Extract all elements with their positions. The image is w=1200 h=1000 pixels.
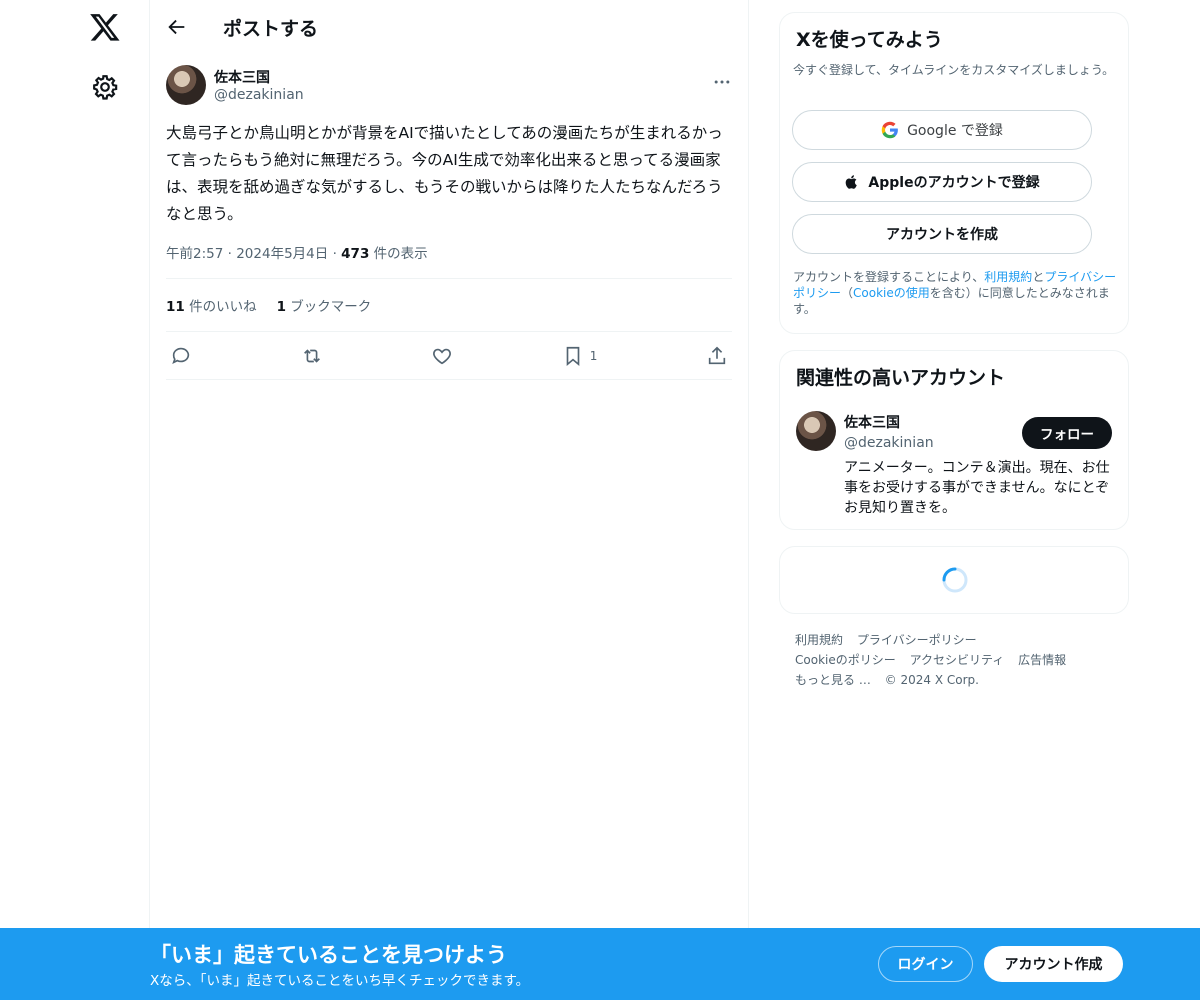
x-logo-icon[interactable]	[89, 11, 121, 43]
likes-count: 11	[166, 299, 185, 315]
terms-text-pre: アカウントを登録することにより、	[793, 270, 985, 284]
signup-card: Xを使ってみよう 今すぐ登録して、タイムラインをカスタマイズしましょう。 Goo…	[779, 12, 1129, 334]
share-button[interactable]	[706, 345, 728, 367]
footer-link-privacy[interactable]: プライバシーポリシー	[857, 633, 977, 647]
bookmark-icon	[566, 346, 580, 366]
bookmarks-stat[interactable]: 1 ブックマーク	[277, 295, 372, 315]
footer-link-cookies[interactable]: Cookieのポリシー	[795, 653, 896, 667]
apple-signup-label: Appleのアカウントで登録	[868, 175, 1040, 191]
terms-text-mid: と	[1032, 270, 1045, 284]
page-header: ポストする	[150, 0, 748, 54]
page-title: ポストする	[223, 18, 319, 40]
avatar[interactable]	[166, 65, 206, 105]
likes-label: 件のいいね	[189, 299, 257, 315]
related-bio: アニメーター。コンテ＆演出。現在、お仕事をお受けする事ができません。なにとぞお見…	[844, 460, 1110, 516]
signup-button[interactable]: アカウント作成	[984, 946, 1123, 982]
footer-link-accessibility[interactable]: アクセシビリティ	[910, 653, 1005, 667]
tweet-text: 大島弓子とか鳥山明とかが背景をAIで描いたとしてあの漫画たちが生まれるかって言っ…	[166, 124, 723, 223]
separator: ·	[227, 246, 237, 262]
cookie-use-link[interactable]: Cookieの使用	[853, 286, 930, 300]
back-arrow-icon[interactable]	[166, 16, 188, 38]
views-label: 件の表示	[373, 246, 428, 262]
footer-link-more[interactable]: もっと見る …	[795, 673, 871, 687]
share-icon	[708, 346, 726, 364]
related-avatar[interactable]	[796, 411, 836, 451]
google-signup-label: Google で登録	[907, 123, 1003, 139]
apple-signup-button[interactable]: Appleのアカウントで登録	[792, 162, 1092, 202]
banner-subtitle: Xなら、「いま」起きていることをいち早くチェックできます。	[150, 973, 530, 989]
tweet-author: 佐本三国 @dezakinian	[150, 64, 748, 116]
related-title: 関連性の高いアカウント	[796, 367, 1006, 389]
login-button[interactable]: ログイン	[878, 946, 973, 982]
banner-title: 「いま」起きていることを見つけよう	[150, 943, 507, 967]
bookmarks-label: ブックマーク	[290, 299, 372, 315]
signup-title: Xを使ってみよう	[796, 29, 943, 51]
related-accounts-card: 関連性の高いアカウント 佐本三国 @dezakinian フォロー アニメーター…	[779, 350, 1129, 530]
bookmark-action-count: 1	[589, 348, 598, 363]
create-account-button[interactable]: アカウントを作成	[792, 214, 1092, 254]
loading-card	[779, 546, 1129, 614]
bottom-signup-banner: 「いま」起きていることを見つけよう Xなら、「いま」起きていることをいち早くチェ…	[0, 928, 1200, 1000]
main-column: ポストする 佐本三国 @dezakinian 大島弓子とか鳥山明とかが背景をAI…	[149, 0, 749, 1000]
terms-of-service-link[interactable]: 利用規約	[984, 270, 1032, 284]
like-button[interactable]	[431, 345, 453, 367]
terms-text-mid2: （	[841, 286, 854, 300]
author-name[interactable]: 佐本三国	[214, 67, 270, 87]
repost-icon	[303, 348, 320, 363]
google-signup-button[interactable]: Google で登録	[792, 110, 1092, 150]
tweet-actions: 1	[166, 332, 732, 380]
signup-subtitle: 今すぐ登録して、タイムラインをカスタマイズしましょう。	[793, 63, 1115, 77]
bookmarks-count: 1	[276, 299, 286, 315]
footer-copyright: © 2024 X Corp.	[884, 673, 979, 687]
follow-button[interactable]: フォロー	[1022, 417, 1112, 449]
tweet-meta: 午前2:57 · 2024年5月4日 · 473 件の表示	[166, 242, 732, 279]
views-count: 473	[341, 246, 370, 262]
repost-button[interactable]	[301, 345, 323, 367]
apple-icon	[846, 175, 858, 189]
footer-links: 利用規約 プライバシーポリシー Cookieのポリシー アクセシビリティ 広告情…	[795, 630, 1115, 690]
related-handle[interactable]: @dezakinian	[844, 435, 934, 451]
create-account-label: アカウントを作成	[886, 227, 998, 243]
separator: ·	[332, 246, 342, 262]
footer-link-terms[interactable]: 利用規約	[795, 633, 843, 647]
signup-terms: アカウントを登録することにより、利用規約とプライバシーポリシー（Cookieの使…	[793, 269, 1123, 317]
reply-icon	[172, 347, 190, 364]
author-handle[interactable]: @dezakinian	[214, 87, 304, 103]
settings-gear-icon[interactable]	[92, 74, 118, 100]
likes-stat[interactable]: 11 件のいいね	[166, 295, 257, 315]
more-options-icon[interactable]	[712, 72, 732, 92]
loading-spinner-icon	[942, 567, 968, 593]
reply-button[interactable]	[170, 345, 192, 367]
related-name[interactable]: 佐本三国	[844, 412, 900, 432]
google-icon	[881, 121, 898, 139]
tweet-time[interactable]: 午前2:57	[166, 246, 223, 262]
bookmark-button[interactable]: 1	[562, 345, 598, 367]
tweet-date[interactable]: 2024年5月4日	[236, 246, 328, 262]
tweet-stats: 11 件のいいね 1 ブックマーク	[166, 279, 732, 332]
footer-link-ads[interactable]: 広告情報	[1018, 653, 1066, 667]
heart-icon	[433, 348, 452, 364]
left-nav	[0, 0, 150, 1000]
